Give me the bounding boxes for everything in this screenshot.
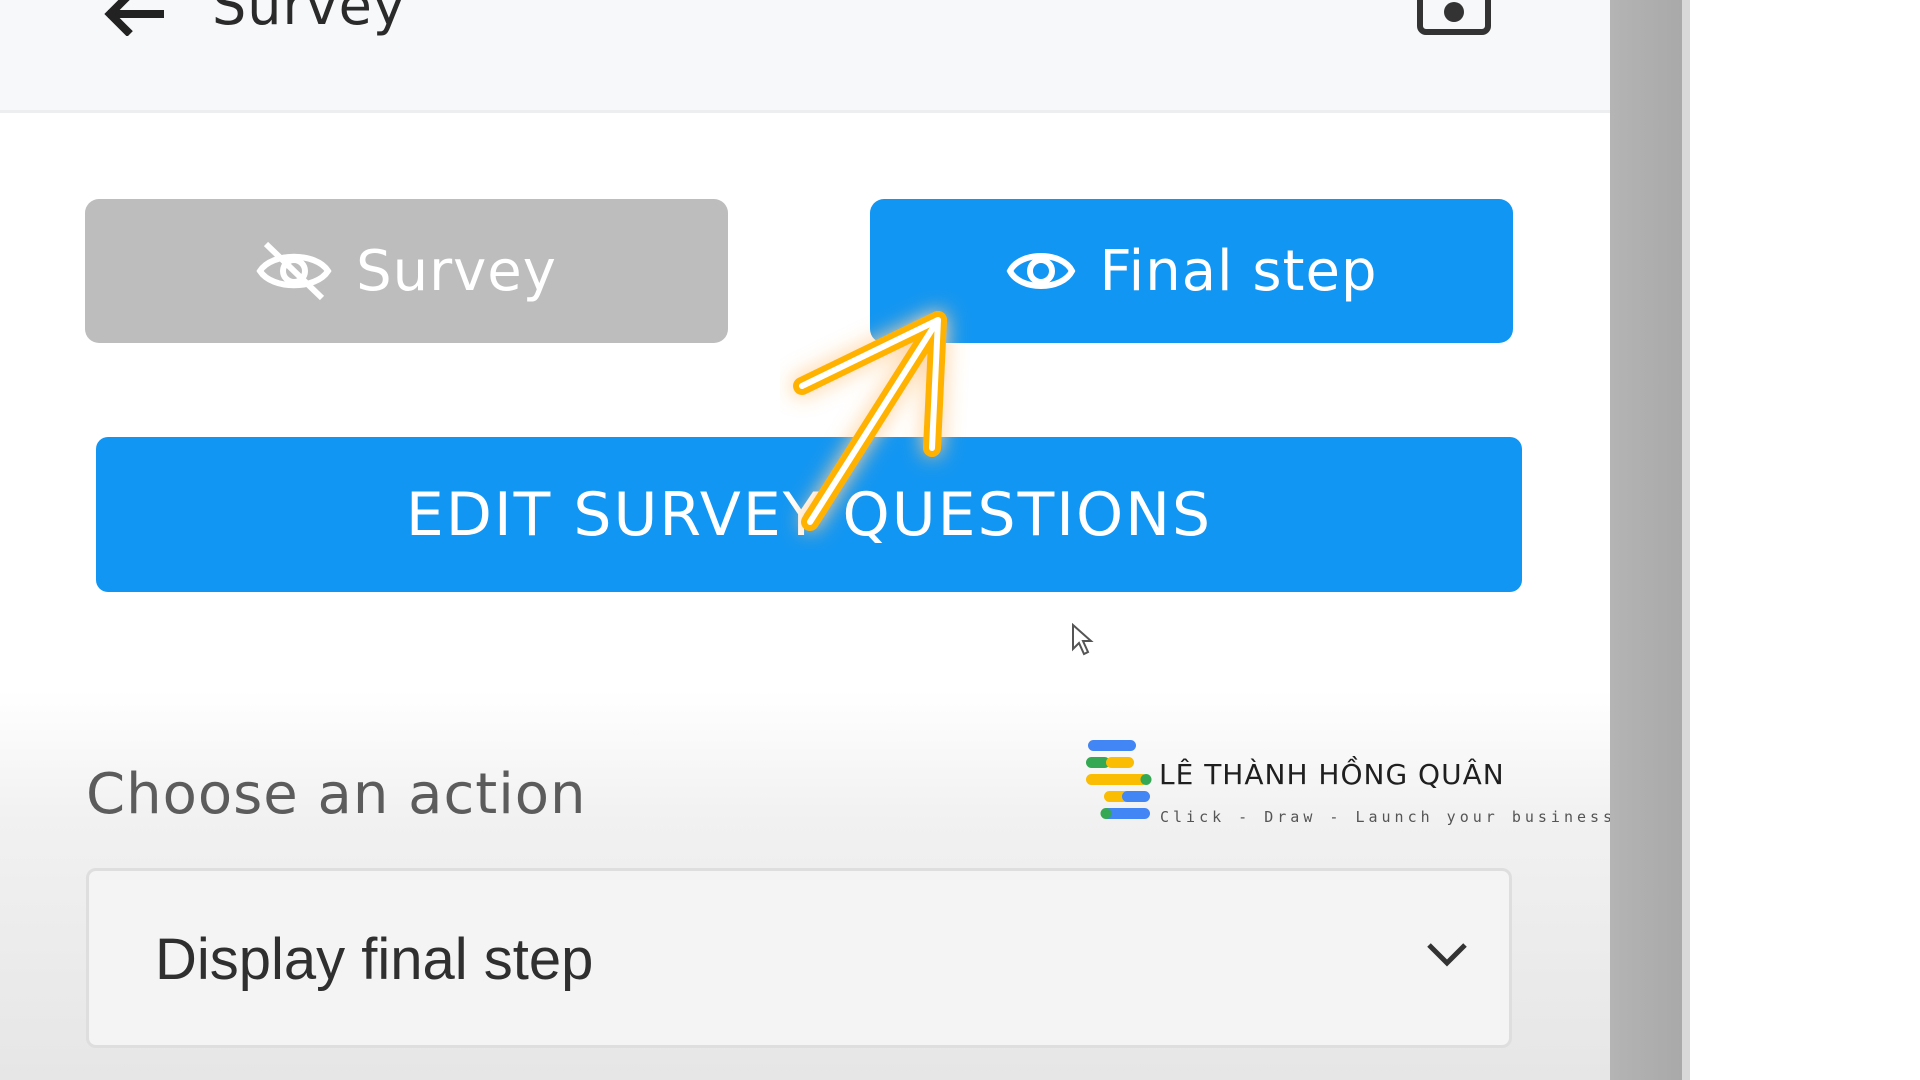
scrollbar-track[interactable] (1610, 0, 1682, 1080)
action-select-dropdown[interactable]: Display final step (86, 868, 1512, 1048)
eye-icon (1006, 253, 1075, 289)
action-select-value: Display final step (155, 927, 594, 992)
final-step-toggle-label: Final step (1099, 238, 1378, 304)
mouse-cursor-icon (1072, 623, 1094, 656)
panel-divider (1682, 0, 1690, 1080)
arrow-left-icon[interactable] (104, 0, 168, 36)
channel-watermark: LÊ THÀNH HỒNG QUÂN Click - Draw - Launch… (1086, 740, 1612, 830)
camera-icon[interactable] (1416, 0, 1492, 38)
page-title: Survey (212, 0, 406, 37)
watermark-name: LÊ THÀNH HỒNG QUÂN (1159, 758, 1505, 791)
choose-action-label: Choose an action (86, 762, 587, 827)
final-step-toggle-button[interactable]: Final step (870, 199, 1513, 343)
brand-logo-icon (1086, 740, 1152, 819)
chevron-down-icon (1427, 943, 1467, 967)
survey-settings-panel: Survey Survey Final step EDIT SURVEY QUE… (0, 0, 1612, 1080)
edit-survey-questions-button[interactable]: EDIT SURVEY QUESTIONS (96, 437, 1522, 592)
watermark-tagline: Click - Draw - Launch your business (1160, 808, 1617, 826)
survey-toggle-button[interactable]: Survey (85, 199, 728, 343)
survey-toggle-label: Survey (356, 238, 557, 304)
eye-off-icon (256, 241, 332, 301)
header-bar: Survey (0, 0, 1610, 113)
